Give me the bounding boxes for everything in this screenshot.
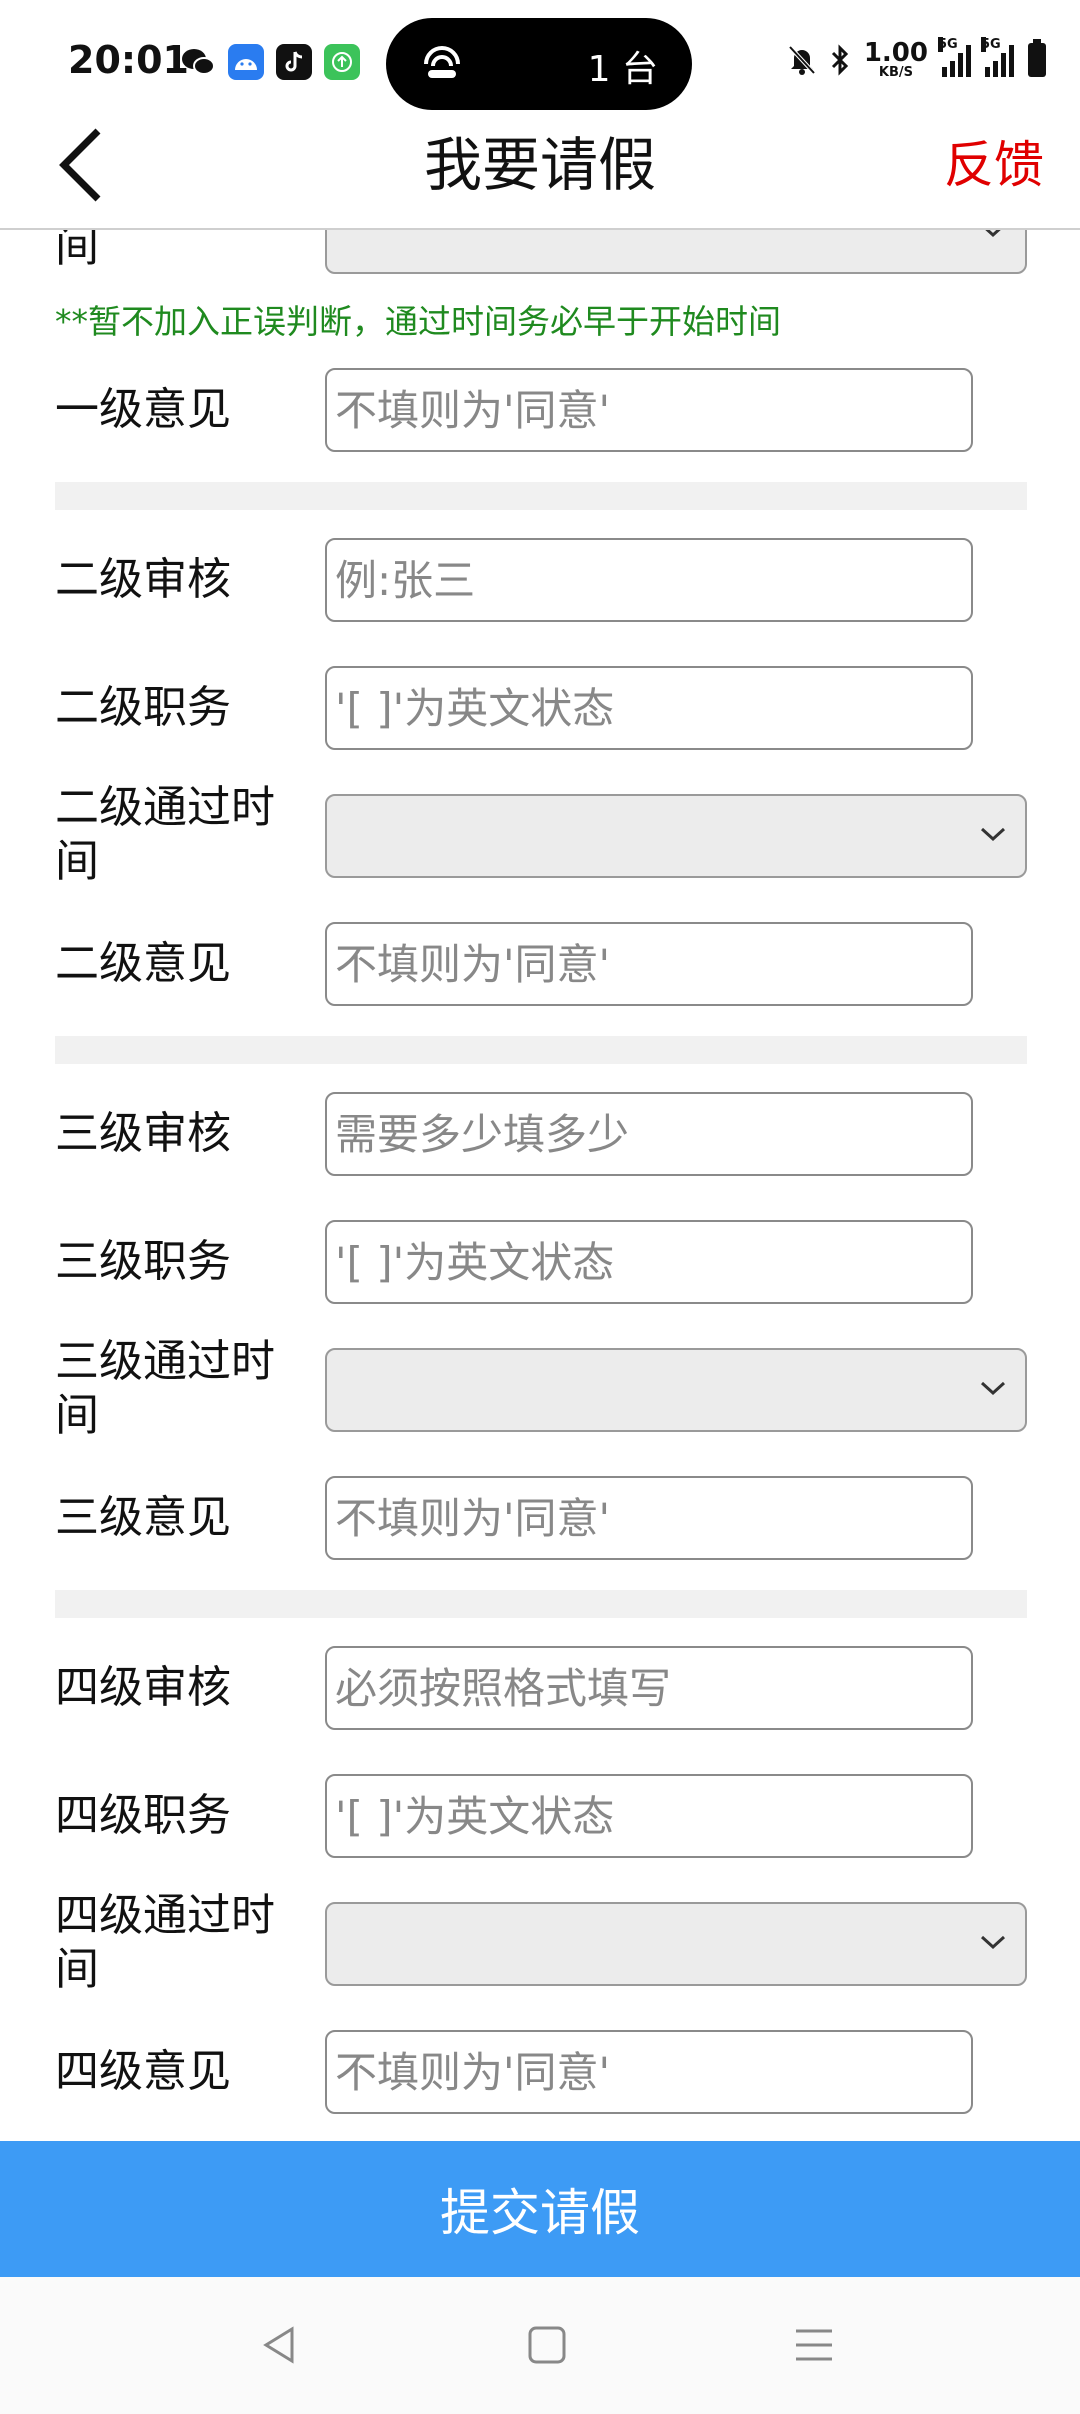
leave-form[interactable]: 间 **暂不加入正误判断，通过时间务必早于开始时间 一级意见 二级审核 二级职务… (0, 230, 1080, 2140)
level2-pass-time-select[interactable] (325, 794, 1027, 878)
level3-opinion-input[interactable] (327, 1478, 971, 1558)
section-divider (55, 482, 1027, 510)
level4-reviewer-field[interactable] (325, 1646, 973, 1730)
app-header: 我要请假 反馈 (0, 125, 1080, 230)
level3-position-field[interactable] (325, 1220, 973, 1304)
level4-opinion-label: 四级意见 (55, 2046, 231, 2097)
nav-back-icon[interactable] (258, 2323, 302, 2367)
feedback-link[interactable]: 反馈 (944, 125, 1044, 205)
level1-opinion-input[interactable] (327, 370, 971, 450)
chevron-down-icon (980, 1381, 1006, 1396)
system-nav-bar (0, 2277, 1080, 2414)
level2-pass-time-label: 二级通过时 间 (55, 782, 275, 887)
level3-pass-time-select[interactable] (325, 1348, 1027, 1432)
chevron-down-icon (985, 230, 1001, 238)
status-app-icons (180, 44, 360, 80)
level4-pass-time-label: 四级通过时 间 (55, 1890, 275, 1995)
level4-position-label: 四级职务 (55, 1790, 231, 1841)
upload-app-icon (324, 44, 360, 80)
submit-leave-button[interactable]: 提交请假 (0, 2141, 1080, 2277)
level4-position-input[interactable] (327, 1776, 971, 1856)
level3-reviewer-field[interactable] (325, 1092, 973, 1176)
section-divider (55, 1036, 1027, 1064)
android-app-icon (228, 44, 264, 80)
level2-reviewer-input[interactable] (327, 540, 971, 620)
level4-opinion-field[interactable] (325, 2030, 973, 2114)
status-indicators: 1.00 KB/S 5G 5G (788, 36, 1046, 80)
hotspot-icon (424, 46, 460, 78)
level2-position-input[interactable] (327, 668, 971, 748)
signal-sim1-icon: 5G (938, 36, 971, 77)
level2-opinion-label: 二级意见 (55, 938, 231, 989)
level2-opinion-field[interactable] (325, 922, 973, 1006)
page-title: 我要请假 (423, 131, 656, 199)
level2-position-field[interactable] (325, 666, 973, 750)
chevron-down-icon (980, 827, 1006, 842)
status-time: 20:01 (68, 38, 189, 82)
level1-opinion-field[interactable] (325, 368, 973, 452)
level3-opinion-field[interactable] (325, 1476, 973, 1560)
status-bar: 20:01 1 台 1.00 KB/S 5G 5G (0, 0, 1080, 125)
level4-pass-time-select[interactable] (325, 1902, 1027, 1986)
level4-position-field[interactable] (325, 1774, 973, 1858)
level4-reviewer-input[interactable] (327, 1648, 971, 1728)
dynamic-island-pill[interactable]: 1 台 (386, 18, 692, 110)
level2-reviewer-label: 二级审核 (55, 554, 231, 605)
level2-position-label: 二级职务 (55, 682, 231, 733)
level3-reviewer-label: 三级审核 (55, 1108, 231, 1159)
nav-home-icon[interactable] (525, 2323, 569, 2367)
level2-reviewer-field[interactable] (325, 538, 973, 622)
section-divider (55, 1590, 1027, 1618)
bluetooth-icon (831, 43, 848, 76)
form-note: **暂不加入正误判断，通过时间务必早于开始时间 (55, 302, 781, 341)
level3-pass-time-label: 三级通过时 间 (55, 1336, 275, 1441)
level4-opinion-input[interactable] (327, 2032, 971, 2112)
level3-position-label: 三级职务 (55, 1236, 231, 1287)
signal-sim2-icon: 5G (981, 36, 1014, 77)
net-speed: 1.00 KB/S (863, 38, 928, 80)
wechat-icon (180, 44, 216, 80)
level4-reviewer-label: 四级审核 (55, 1662, 231, 1713)
tiktok-icon (276, 44, 312, 80)
battery-icon (1028, 38, 1046, 77)
level1-pass-time-select[interactable] (325, 230, 1027, 274)
level1-opinion-label: 一级意见 (55, 384, 231, 435)
level2-opinion-input[interactable] (327, 924, 971, 1004)
level3-opinion-label: 三级意见 (55, 1492, 231, 1543)
pill-count: 1 台 (587, 49, 658, 90)
level3-reviewer-input[interactable] (327, 1094, 971, 1174)
partial-label: 间 (55, 230, 99, 272)
nav-menu-icon[interactable] (792, 2323, 836, 2367)
chevron-down-icon (980, 1935, 1006, 1950)
level3-position-input[interactable] (327, 1222, 971, 1302)
mute-bell-icon (788, 45, 816, 75)
